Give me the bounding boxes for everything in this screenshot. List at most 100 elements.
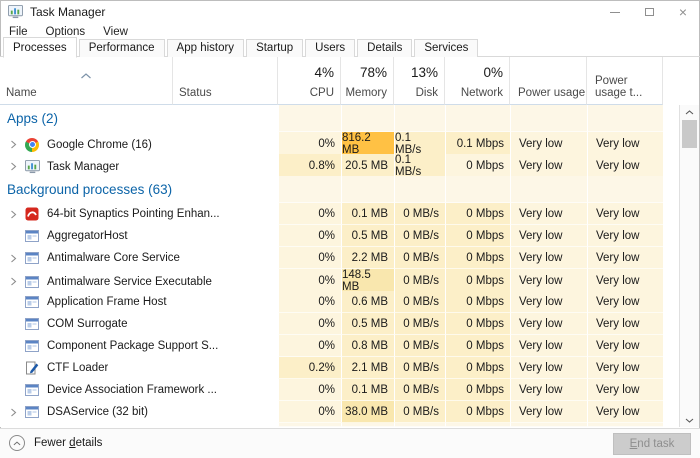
- heat-filler-cell: [394, 423, 445, 427]
- process-row[interactable]: Google Chrome (16) 0% 816.2 MB 0.1 MB/s 0.1 …: [0, 132, 663, 157]
- column-label: CPU: [309, 87, 334, 99]
- end-task-button[interactable]: End task: [613, 433, 691, 455]
- network-cell: 0 Mbps: [445, 247, 510, 269]
- power-usage-trend-cell: Very low: [587, 225, 663, 247]
- cpu-cell: [278, 105, 341, 132]
- process-row[interactable]: CTF Loader 0.2% 2.1 MB 0 MB/s 0 Mbps Very low…: [0, 357, 663, 379]
- footer-bar: Fewer details End task: [0, 428, 700, 458]
- generic-app-icon: [24, 382, 40, 398]
- column-header-name[interactable]: Name: [0, 57, 173, 105]
- memory-cell: 0.1 MB: [341, 379, 394, 401]
- expand-chevron-icon[interactable]: [6, 140, 20, 149]
- table-filler-row: [0, 423, 663, 427]
- scroll-up-button[interactable]: [680, 105, 699, 119]
- expand-chevron-icon[interactable]: [6, 210, 20, 219]
- chrome-icon: [24, 137, 40, 153]
- expand-chevron-icon[interactable]: [6, 408, 20, 417]
- process-row[interactable]: DSAService (32 bit) 0% 38.0 MB 0 MB/s 0 Mbps…: [0, 401, 663, 423]
- cpu-cell: 0%: [278, 401, 341, 423]
- cpu-cell: 0%: [278, 313, 341, 335]
- close-icon[interactable]: ×: [666, 0, 700, 24]
- cpu-cell: 0%: [278, 247, 341, 269]
- column-header: Name Status 4% CPU 78% Memory 13% Disk 0…: [0, 57, 663, 105]
- network-cell: [445, 176, 510, 203]
- power-usage-cell: [510, 105, 587, 132]
- process-name: Application Frame Host: [47, 296, 167, 308]
- column-label: Power usage t...: [595, 75, 643, 99]
- column-header-memory[interactable]: 78% Memory: [341, 57, 394, 105]
- expand-chevron-icon[interactable]: [6, 254, 20, 263]
- column-header-power-usage[interactable]: Power usage: [510, 57, 587, 105]
- column-label: Disk: [415, 87, 438, 99]
- tab-processes[interactable]: Processes: [3, 37, 77, 58]
- cpu-cell: [278, 176, 341, 203]
- disk-cell: 0 MB/s: [394, 379, 445, 401]
- expand-chevron-icon[interactable]: [6, 162, 20, 171]
- power-usage-trend-cell: Very low: [587, 203, 663, 225]
- network-cell: 0 Mbps: [445, 379, 510, 401]
- title-bar: Task Manager ×: [0, 0, 700, 24]
- column-header-cpu[interactable]: 4% CPU: [278, 57, 341, 105]
- process-name: Antimalware Service Executable: [47, 275, 212, 288]
- task-manager-window: Task Manager × File Options View Processes…: [0, 0, 700, 458]
- menu-item-view[interactable]: View: [94, 26, 137, 38]
- scrollbar-thumb[interactable]: [682, 120, 697, 148]
- memory-cell: [341, 176, 394, 203]
- process-name: 64-bit Synaptics Pointing Enhan...: [47, 208, 220, 220]
- tab-users[interactable]: Users: [305, 39, 356, 57]
- process-row[interactable]: AggregatorHost 0% 0.5 MB 0 MB/s 0 Mbps Very l…: [0, 225, 663, 247]
- network-cell: 0 Mbps: [445, 335, 510, 357]
- tab-performance[interactable]: Performance: [78, 39, 165, 57]
- column-label: Status: [179, 87, 212, 99]
- generic-app-icon: [24, 316, 40, 332]
- process-table: Apps (2) Google Chrome (16) 0% 816.2 MB 0.1 …: [0, 105, 663, 427]
- process-row[interactable]: COM Surrogate 0% 0.5 MB 0 MB/s 0 Mbps Very lo…: [0, 313, 663, 335]
- generic-app-icon: [24, 294, 40, 310]
- process-row[interactable]: 64-bit Synaptics Pointing Enhan... 0% 0.1 …: [0, 203, 663, 225]
- process-row[interactable]: Device Association Framework ... 0% 0.1 MB…: [0, 379, 663, 401]
- column-header-disk[interactable]: 13% Disk: [394, 57, 445, 105]
- synaptics-icon: [24, 206, 40, 222]
- network-cell: 0 Mbps: [445, 313, 510, 335]
- fewer-details-toggle[interactable]: Fewer details: [9, 435, 102, 451]
- menu-item-file[interactable]: File: [0, 26, 37, 38]
- power-usage-trend-cell: [587, 176, 663, 203]
- power-usage-trend-cell: [587, 105, 663, 132]
- minimize-icon[interactable]: [598, 0, 632, 24]
- cpu-cell: 0%: [278, 291, 341, 313]
- process-name: Component Package Support S...: [47, 340, 219, 352]
- column-header-network[interactable]: 0% Network: [445, 57, 510, 105]
- process-row[interactable]: Application Frame Host 0% 0.6 MB 0 MB/s 0 Mb…: [0, 291, 663, 313]
- tab-services[interactable]: Services: [414, 39, 479, 57]
- memory-cell: 0.5 MB: [341, 313, 394, 335]
- power-usage-cell: Very low: [510, 313, 587, 335]
- power-usage-cell: Very low: [510, 379, 587, 401]
- tab-app-history[interactable]: App history: [166, 39, 245, 57]
- process-name: Task Manager: [47, 160, 120, 173]
- memory-cell: 2.1 MB: [341, 357, 394, 379]
- tab-details[interactable]: Details: [357, 39, 413, 57]
- section-header-row[interactable]: Apps (2): [0, 105, 663, 132]
- heat-filler-cell: [587, 423, 663, 427]
- process-row[interactable]: Antimalware Core Service 0% 2.2 MB 0 MB/s 0 …: [0, 247, 663, 269]
- power-usage-trend-cell: Very low: [587, 379, 663, 401]
- section-header-row[interactable]: Background processes (63): [0, 176, 663, 203]
- process-row[interactable]: Task Manager 0.8% 20.5 MB 0.1 MB/s 0 Mbps Ver…: [0, 154, 663, 179]
- disk-cell: 0 MB/s: [394, 357, 445, 379]
- scroll-down-button[interactable]: [680, 413, 699, 427]
- column-label: Network: [460, 87, 503, 99]
- power-usage-trend-cell: Very low: [587, 335, 663, 357]
- process-row[interactable]: Component Package Support S... 0% 0.8 MB 0 …: [0, 335, 663, 357]
- memory-cell: 2.2 MB: [341, 247, 394, 269]
- vertical-scrollbar[interactable]: [679, 105, 699, 427]
- column-header-status[interactable]: Status: [173, 57, 278, 105]
- process-row[interactable]: Antimalware Service Executable 0% 148.5 MB…: [0, 269, 663, 294]
- network-cell: 0 Mbps: [445, 357, 510, 379]
- maximize-icon[interactable]: [632, 0, 666, 24]
- expand-chevron-icon[interactable]: [6, 277, 20, 286]
- network-cell: 0 Mbps: [445, 401, 510, 423]
- tab-startup[interactable]: Startup: [246, 39, 304, 57]
- power-usage-trend-cell: Very low: [587, 291, 663, 313]
- column-header-power-usage-trend[interactable]: Power usage t...: [587, 57, 663, 105]
- menu-item-options[interactable]: Options: [37, 26, 95, 38]
